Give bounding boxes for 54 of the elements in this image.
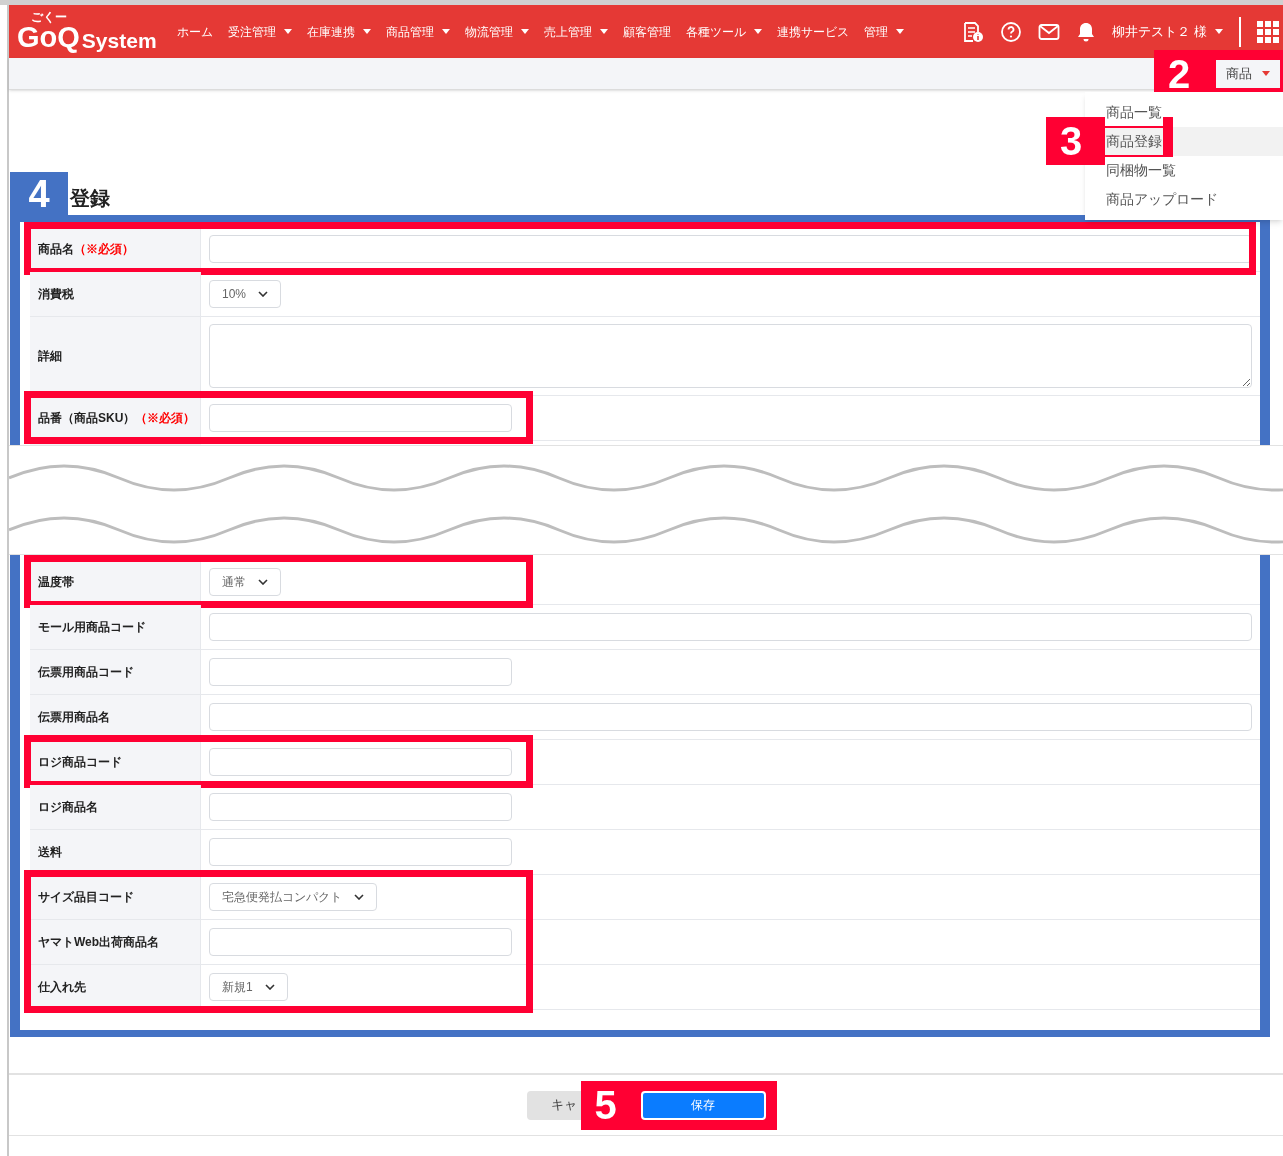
save-button[interactable]: 保存 (640, 1090, 766, 1120)
text-field[interactable] (209, 748, 512, 776)
text-field[interactable] (209, 404, 512, 432)
text-field[interactable] (209, 235, 1252, 263)
nav-menu-item[interactable]: ホーム (176, 22, 213, 41)
nav-menu-item[interactable]: 物流管理 (464, 22, 529, 41)
field-label: 伝票用商品コード (30, 650, 201, 694)
nav-menu-item[interactable]: 在庫連携 (306, 22, 371, 41)
select-field[interactable]: 新規1 (209, 973, 288, 1001)
nav-menu-item[interactable]: 連携サービス (776, 22, 849, 41)
text-area[interactable] (209, 324, 1252, 388)
field-label: 温度帯 (30, 560, 201, 604)
chevron-down-icon (264, 984, 275, 990)
text-field[interactable] (209, 613, 1252, 641)
text-field[interactable] (209, 838, 512, 866)
select-field[interactable]: 宅急便発払コンパクト (209, 883, 377, 911)
field-label: 品番（商品SKU）（※必須） (30, 396, 201, 440)
field-label: ヤマトWeb出荷商品名 (30, 920, 201, 964)
nav-menu-item[interactable]: 受注管理 (227, 22, 292, 41)
chevron-down-icon (258, 579, 268, 585)
select-field[interactable]: 通常 (209, 568, 281, 596)
nav-menu-item[interactable]: 顧客管理 (622, 22, 671, 41)
nav-menu-item[interactable]: 各種ツール (685, 22, 762, 41)
apps-grid-icon[interactable] (1257, 20, 1279, 43)
nav-menu-item[interactable]: 売上管理 (543, 22, 608, 41)
field-label: ロジ商品コード (30, 740, 201, 784)
page-title: 登録 (70, 186, 110, 211)
field-label: 商品名（※必須） (30, 227, 201, 271)
logo-text: System (81, 27, 157, 53)
help-icon[interactable] (1000, 20, 1023, 43)
field-label: サイズ品目コード (30, 875, 201, 919)
caret-icon (1215, 29, 1223, 34)
chevron-down-icon (258, 291, 269, 297)
text-field[interactable] (209, 703, 1252, 731)
chevron-down-icon (354, 894, 364, 900)
nav-menu-item[interactable]: 管理 (863, 22, 904, 41)
caret-icon (1262, 71, 1270, 76)
select-field[interactable]: 10% (209, 280, 282, 308)
dropdown-item[interactable]: 商品登録 (1105, 128, 1163, 155)
field-label: 消費税 (30, 272, 201, 316)
step-callout: 4 (10, 172, 68, 215)
text-field[interactable] (209, 793, 512, 821)
product-menu-button[interactable]: 商品 (1216, 59, 1280, 88)
text-field[interactable] (209, 658, 512, 686)
bell-icon[interactable] (1076, 20, 1097, 43)
field-label: モール用商品コード (30, 605, 201, 649)
user-menu[interactable]: 柳井テスト２ 様 (1112, 21, 1223, 42)
mail-icon[interactable] (1038, 22, 1061, 41)
field-label: ロジ商品名 (30, 785, 201, 829)
document-info-icon[interactable] (962, 20, 985, 43)
text-field[interactable] (209, 928, 512, 956)
nav-menu-item[interactable]: 商品管理 (385, 22, 450, 41)
cancel-button[interactable]: キャ (526, 1090, 581, 1120)
field-label: 仕入れ先 (30, 965, 201, 1009)
